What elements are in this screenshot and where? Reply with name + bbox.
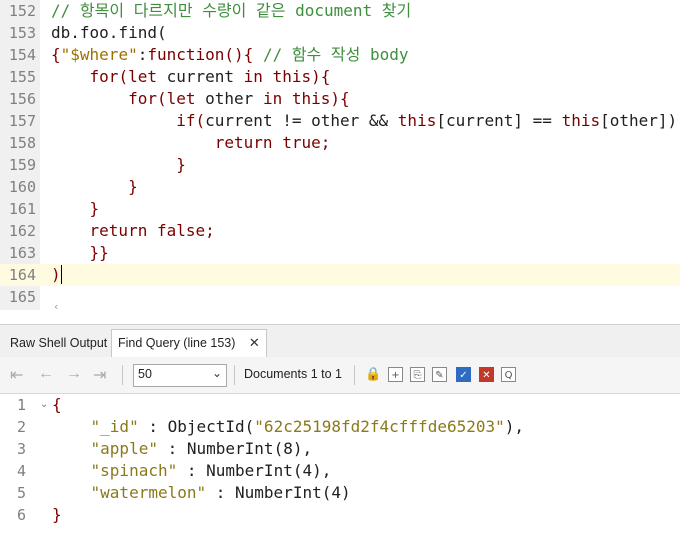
editor-line[interactable]: 153 db.foo.find( [0,22,680,44]
result-toolbar: ⇤ ← → ⇥ 50 ⌄ Documents 1 to 1 🔒 + ⎘ ✎ ✓ … [0,357,680,394]
line-number: 163 [8,244,36,262]
line-number: 161 [8,200,36,218]
last-page-icon[interactable]: ⇥ [93,365,106,385]
validate-icon[interactable]: ✓ [456,367,471,382]
text-cursor [60,265,62,284]
toolbar-divider [354,365,355,385]
scroll-left-icon[interactable]: ‹ [54,300,58,313]
result-line: 2 "_id" : ObjectId("62c25198fd2f4cfffde6… [0,416,680,438]
editor-line[interactable]: 154 {"$where":function(){ // 함수 작성 body [0,44,680,66]
line-number: 165 [8,288,36,306]
line-number: 164 [8,266,36,284]
result-document-view[interactable]: 1 ⌄{2 "_id" : ObjectId("62c25198fd2f4cfff… [0,394,680,539]
tab-find-query[interactable]: Find Query (line 153) ✕ [111,329,267,358]
page-size-value: 50 [138,367,152,381]
code-text: } [51,199,100,218]
editor-line[interactable]: 160 } [0,176,680,198]
line-number: 4 [16,462,26,480]
delete-document-icon[interactable]: ✕ [479,367,494,382]
line-number: 153 [8,24,36,42]
tab-raw-shell-output[interactable]: Raw Shell Output [4,330,113,356]
code-text: // 항목이 다르지만 수량이 같은 document 찾기 [51,1,412,20]
close-icon[interactable]: ✕ [249,335,260,350]
code-text: return false; [51,221,215,240]
code-text: if(current != other && this[current] == … [51,111,678,130]
chevron-down-icon: ⌄ [211,366,222,380]
page-size-select[interactable]: 50 ⌄ [133,364,227,387]
code-text: }} [51,243,109,262]
line-number: 157 [8,112,36,130]
code-text: {"$where":function(){ // 함수 작성 body [51,45,409,64]
line-number: 155 [8,68,36,86]
result-line: 5 "watermelon" : NumberInt(4) [0,482,680,504]
next-page-icon[interactable]: → [66,365,82,383]
result-line: 1 ⌄{ [0,394,680,416]
line-number: 159 [8,156,36,174]
code-text: } [51,155,186,174]
add-document-icon[interactable]: + [388,367,403,382]
editor-line[interactable]: 164) [0,264,680,286]
json-text: "apple" : NumberInt(8), [52,439,313,458]
result-line: 6} [0,504,680,526]
json-text: } [52,505,62,524]
query-editor[interactable]: 152 // 항목이 다르지만 수량이 같은 document 찾기 153 db.f… [0,0,680,313]
fold-toggle-icon[interactable]: ⌄ [40,394,48,416]
line-number: 152 [8,2,36,20]
clone-document-icon[interactable]: ⎘ [410,367,425,382]
lock-icon[interactable]: 🔒 [365,367,381,382]
editor-line[interactable]: 157 if(current != other && this[current]… [0,110,680,132]
json-text: "spinach" : NumberInt(4), [52,461,332,480]
result-line: 4 "spinach" : NumberInt(4), [0,460,680,482]
editor-line[interactable]: 165 [0,286,680,308]
first-page-icon[interactable]: ⇤ [10,365,23,385]
code-text: return true; [51,133,331,152]
line-number: 154 [8,46,36,64]
tab-raw-shell-output-label: Raw Shell Output [10,336,108,350]
result-tabbar: Raw Shell Output Find Query (line 153) ✕ [0,324,680,358]
editor-line[interactable]: 156 for(let other in this){ [0,88,680,110]
line-number: 158 [8,134,36,152]
line-number: 162 [8,222,36,240]
code-text: } [51,177,138,196]
editor-line[interactable]: 161 } [0,198,680,220]
editor-line[interactable]: 159 } [0,154,680,176]
documents-range-label: Documents 1 to 1 [244,367,342,381]
previous-page-icon[interactable]: ← [38,365,54,383]
code-text: for(let other in this){ [51,89,350,108]
code-text: ) [51,265,62,284]
json-text: { [52,395,62,414]
toolbar-divider [122,365,123,385]
editor-line[interactable]: 158 return true; [0,132,680,154]
tab-find-query-label: Find Query (line 153) [118,336,236,350]
line-number: 156 [8,90,36,108]
edit-document-icon[interactable]: ✎ [432,367,447,382]
editor-line[interactable]: 163 }} [0,242,680,264]
toolbar-divider [234,365,235,385]
code-text: db.foo.find( [51,23,167,42]
query-code-icon[interactable]: Q [501,367,516,382]
line-number: 5 [16,484,26,502]
editor-line[interactable]: 162 return false; [0,220,680,242]
line-number: 6 [16,506,26,524]
editor-line[interactable]: 155 for(let current in this){ [0,66,680,88]
editor-line[interactable]: 152 // 항목이 다르지만 수량이 같은 document 찾기 [0,0,680,22]
code-text: for(let current in this){ [51,67,331,86]
result-line: 3 "apple" : NumberInt(8), [0,438,680,460]
line-number: 160 [8,178,36,196]
json-text: "watermelon" : NumberInt(4) [52,483,351,502]
line-number: 1 [16,396,26,414]
line-number: 2 [16,418,26,436]
line-number: 3 [16,440,26,458]
json-text: "_id" : ObjectId("62c25198fd2f4cfffde652… [52,417,525,436]
